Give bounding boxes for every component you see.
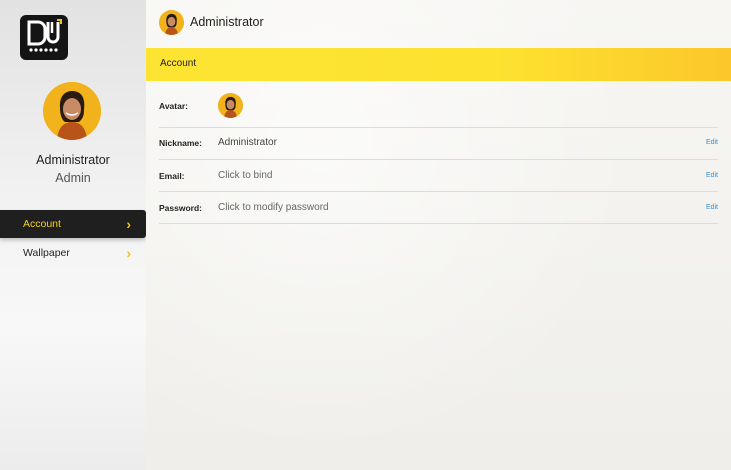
email-row: Email: Click to bind Edit: [159, 160, 718, 192]
nickname-row: Nickname: Administrator Edit: [159, 128, 718, 160]
user-portrait-icon: [159, 10, 184, 35]
nickname-label: Nickname:: [159, 138, 202, 148]
password-value[interactable]: Click to modify password: [218, 202, 329, 213]
user-portrait-icon: [218, 93, 243, 118]
header-title: Administrator: [190, 15, 264, 29]
logo-mark-icon: [27, 19, 62, 52]
chevron-right-icon: ›: [126, 245, 131, 261]
section-title: Account: [160, 58, 197, 69]
avatar-row: Avatar:: [159, 90, 718, 128]
email-value[interactable]: Click to bind: [218, 170, 272, 181]
profile-role: Admin: [55, 171, 91, 185]
profile-name: Administrator: [36, 153, 110, 167]
sidebar-item-account[interactable]: Account ›: [0, 210, 146, 238]
nickname-value: Administrator: [218, 137, 277, 148]
sidebar-item-label: Account: [23, 218, 61, 230]
avatar-image[interactable]: [218, 93, 243, 118]
password-label: Password:: [159, 203, 202, 213]
user-portrait-icon: [43, 82, 101, 140]
edit-nickname-link[interactable]: Edit: [706, 139, 718, 146]
sidebar: Administrator Admin Account › Wallpaper …: [0, 0, 146, 470]
main-content: Administrator Account Avatar: Nickname: …: [146, 0, 731, 470]
chevron-right-icon: ›: [126, 216, 131, 232]
edit-email-link[interactable]: Edit: [706, 172, 718, 179]
sidebar-item-wallpaper[interactable]: Wallpaper ›: [0, 239, 146, 267]
email-label: Email:: [159, 171, 185, 181]
app-logo: [20, 15, 68, 60]
password-row: Password: Click to modify password Edit: [159, 192, 718, 224]
sidebar-item-label: Wallpaper: [23, 247, 70, 259]
profile-avatar[interactable]: [43, 82, 101, 140]
edit-password-link[interactable]: Edit: [706, 204, 718, 211]
avatar-label: Avatar:: [159, 101, 188, 111]
section-header: Account: [146, 48, 731, 81]
header-avatar[interactable]: [159, 10, 184, 35]
